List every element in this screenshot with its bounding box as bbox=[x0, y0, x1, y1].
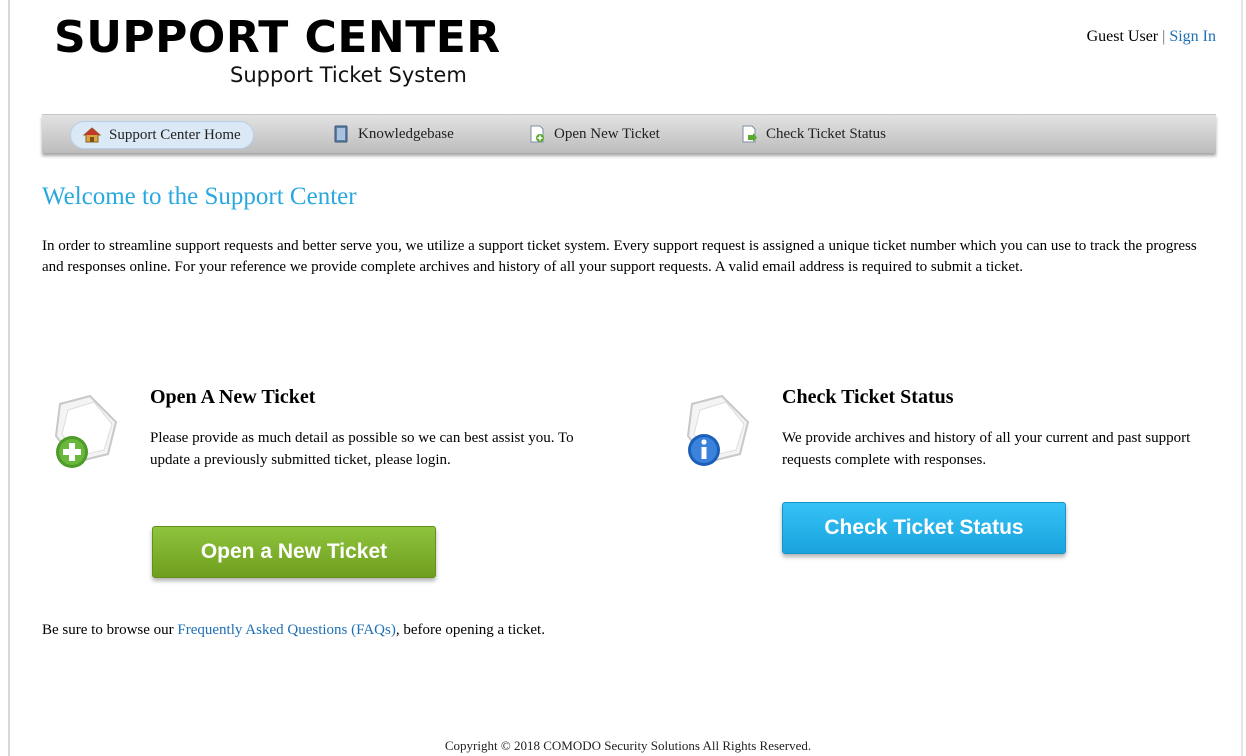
faq-prefix: Be sure to browse our bbox=[42, 622, 178, 638]
check-status-section: Check Ticket Status We provide archives … bbox=[782, 386, 1222, 471]
user-links-separator: | bbox=[1162, 28, 1166, 45]
nav-item-check-ticket-status[interactable]: Check Ticket Status bbox=[740, 121, 886, 147]
open-ticket-section: Open A New Ticket Please provide as much… bbox=[150, 386, 600, 471]
sign-in-link[interactable]: Sign In bbox=[1169, 28, 1216, 45]
faq-line: Be sure to browse our Frequently Asked Q… bbox=[42, 622, 545, 639]
nav-item-knowledgebase[interactable]: Knowledgebase bbox=[332, 121, 454, 147]
nav-item-label: Knowledgebase bbox=[358, 125, 454, 142]
intro-text: In order to streamline support requests … bbox=[42, 238, 1197, 275]
check-status-title: Check Ticket Status bbox=[782, 386, 954, 408]
logo-title: SUPPORT CENTER bbox=[54, 12, 501, 63]
logo-subtitle: Support Ticket System bbox=[230, 63, 467, 87]
page-title: Welcome to the Support Center bbox=[42, 183, 357, 210]
nav-item-label: Check Ticket Status bbox=[766, 125, 887, 142]
user-links: Guest User | Sign In bbox=[1087, 28, 1216, 46]
ticket-status-icon bbox=[742, 125, 757, 143]
open-ticket-text: Please provide as much detail as possibl… bbox=[150, 430, 574, 468]
home-icon bbox=[83, 127, 101, 143]
logo[interactable]: SUPPORT CENTER Support Ticket System bbox=[54, 12, 501, 87]
faq-suffix: , before opening a ticket. bbox=[395, 622, 545, 638]
nav-item-label: Support Center Home bbox=[109, 126, 241, 143]
nav-item-open-new-ticket[interactable]: Open New Ticket bbox=[528, 121, 660, 147]
open-ticket-title: Open A New Ticket bbox=[150, 386, 316, 408]
open-new-ticket-button[interactable]: Open a New Ticket bbox=[152, 526, 436, 578]
nav-item-label: Open New Ticket bbox=[554, 125, 660, 142]
new-ticket-icon bbox=[530, 125, 544, 143]
guest-user-label: Guest User bbox=[1086, 28, 1159, 45]
page-border-left bbox=[8, 0, 10, 756]
nav-item-home[interactable]: Support Center Home bbox=[70, 121, 254, 149]
copyright-text: Copyright © 2018 COMODO Security Solutio… bbox=[444, 738, 812, 753]
book-icon bbox=[334, 125, 348, 143]
check-status-text: We provide archives and history of all y… bbox=[782, 430, 1191, 468]
open-ticket-icon bbox=[54, 394, 118, 468]
nav-bar: Support Center Home Knowledgebase Open N… bbox=[42, 114, 1216, 153]
page-border-right bbox=[1241, 0, 1243, 756]
faq-link[interactable]: Frequently Asked Questions (FAQs) bbox=[177, 622, 395, 638]
info-ticket-icon bbox=[686, 394, 750, 466]
check-ticket-status-button[interactable]: Check Ticket Status bbox=[782, 502, 1066, 554]
